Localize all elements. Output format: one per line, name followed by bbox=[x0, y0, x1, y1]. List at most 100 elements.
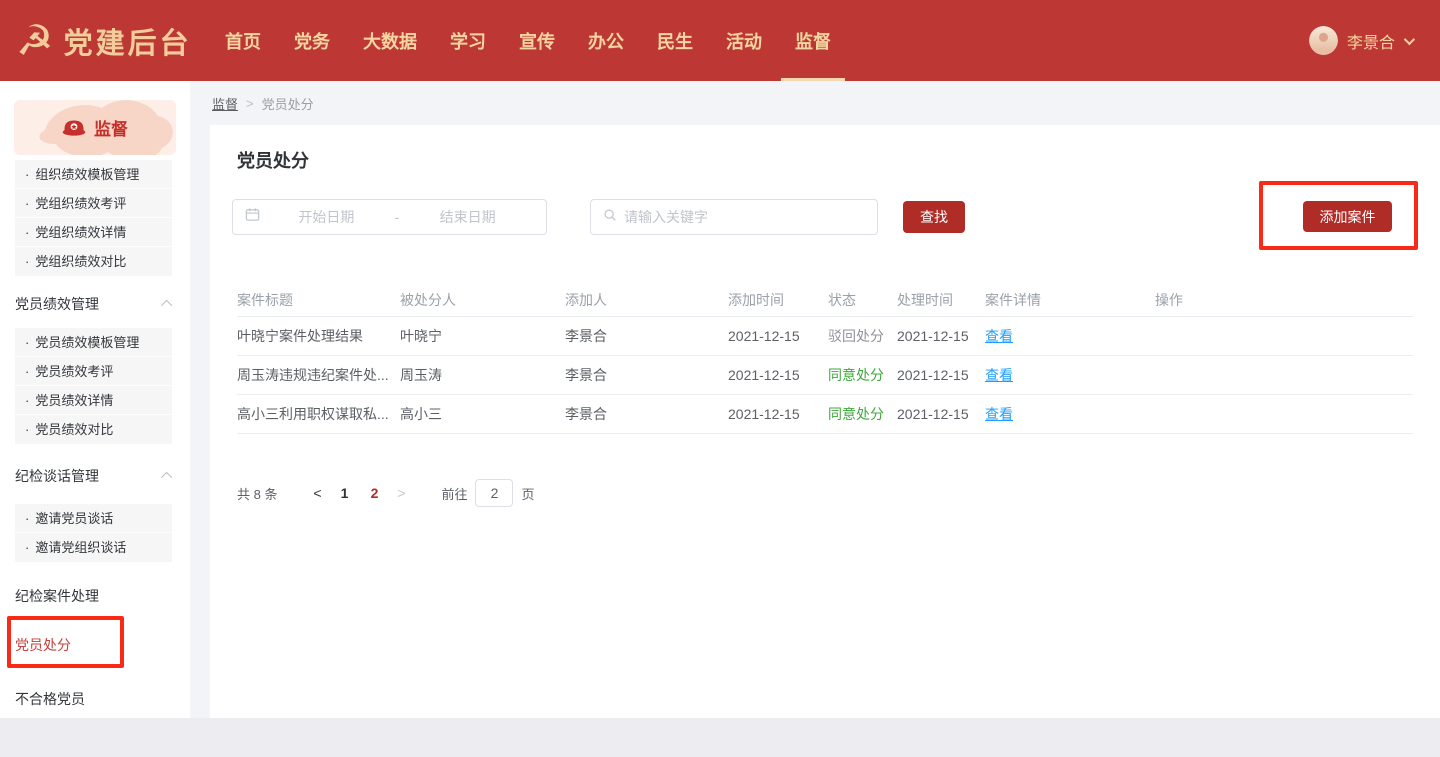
sidebar-item-org-detail[interactable]: 党组织绩效详情 bbox=[15, 218, 172, 247]
cell-added-time: 2021-12-15 bbox=[728, 367, 828, 383]
add-case-button[interactable]: 添加案件 bbox=[1303, 201, 1392, 232]
sidebar-group-discipline-talk: 邀请党员谈话 邀请党组织谈话 bbox=[15, 504, 172, 562]
sidebar-section-member-performance[interactable]: 党员绩效管理 bbox=[15, 286, 172, 322]
cell-punished-person: 高小三 bbox=[400, 404, 565, 424]
app-title: 党建后台 bbox=[64, 20, 192, 62]
date-start-placeholder[interactable]: 开始日期 bbox=[260, 207, 393, 227]
sidebar-header-supervision: 监督 bbox=[14, 100, 176, 155]
cell-punished-person: 周玉涛 bbox=[400, 365, 565, 385]
pagination-goto-label: 前往 bbox=[441, 484, 467, 503]
sidebar-item-org-template[interactable]: 组织绩效模板管理 bbox=[15, 160, 172, 189]
cell-case-title: 叶晓宁案件处理结果 bbox=[237, 326, 400, 346]
app-logo[interactable]: ☭ 党建后台 bbox=[16, 0, 192, 81]
footer-strip bbox=[0, 718, 1440, 757]
pagination-prev-icon[interactable]: < bbox=[305, 485, 329, 501]
date-separator: - bbox=[393, 209, 402, 225]
sidebar-item-member-punishment[interactable]: 党员处分 bbox=[15, 627, 190, 663]
table-row: 周玉涛违规违纪案件处... 周玉涛 李景合 2021-12-15 同意处分 20… bbox=[237, 356, 1413, 395]
view-link[interactable]: 查看 bbox=[985, 367, 1013, 383]
nav-item-publicity[interactable]: 宣传 bbox=[519, 0, 555, 81]
cases-table: 案件标题 被处分人 添加人 添加时间 状态 处理时间 案件详情 操作 叶晓宁案件… bbox=[237, 283, 1413, 434]
sidebar-header-label: 监督 bbox=[94, 115, 128, 140]
red-cap-icon bbox=[62, 118, 86, 137]
sidebar-item-unqualified-member[interactable]: 不合格党员 bbox=[15, 681, 190, 717]
sidebar-item-label: 党员处分 bbox=[15, 635, 71, 655]
sidebar-section-label: 纪检谈话管理 bbox=[15, 466, 99, 486]
col-added-time: 添加时间 bbox=[728, 290, 828, 310]
sidebar-group-org-performance: 组织绩效模板管理 党组织绩效考评 党组织绩效详情 党组织绩效对比 bbox=[15, 160, 172, 276]
sidebar-item-org-compare[interactable]: 党组织绩效对比 bbox=[15, 247, 172, 276]
cell-added-time: 2021-12-15 bbox=[728, 406, 828, 422]
chevron-up-icon bbox=[161, 300, 172, 311]
sidebar-item-member-template[interactable]: 党员绩效模板管理 bbox=[15, 328, 172, 357]
sidebar-group-member-performance: 党员绩效模板管理 党员绩效考评 党员绩效详情 党员绩效对比 bbox=[15, 328, 172, 444]
calendar-icon bbox=[245, 207, 260, 227]
col-adder: 添加人 bbox=[565, 290, 728, 310]
col-punished-person: 被处分人 bbox=[400, 290, 565, 310]
chevron-up-icon bbox=[161, 472, 172, 483]
pagination-total: 共 8 条 bbox=[237, 484, 277, 503]
sidebar-section-discipline-talk[interactable]: 纪检谈话管理 bbox=[15, 458, 172, 494]
pagination-page-2[interactable]: 2 bbox=[359, 485, 389, 501]
pagination-goto-suffix: 页 bbox=[521, 484, 534, 503]
nav-item-home[interactable]: 首页 bbox=[225, 0, 261, 81]
status-badge: 同意处分 bbox=[828, 365, 897, 385]
sidebar-item-invite-member-talk[interactable]: 邀请党员谈话 bbox=[15, 504, 172, 533]
user-name: 李景合 bbox=[1347, 29, 1395, 53]
table-row: 叶晓宁案件处理结果 叶晓宁 李景合 2021-12-15 驳回处分 2021-1… bbox=[237, 317, 1413, 356]
find-button[interactable]: 查找 bbox=[903, 201, 965, 233]
pagination-goto-input[interactable] bbox=[475, 479, 513, 507]
date-end-placeholder[interactable]: 结束日期 bbox=[401, 207, 534, 227]
pagination-next-icon[interactable]: > bbox=[389, 485, 413, 501]
filter-row: 开始日期 - 结束日期 查找 添加案件 bbox=[210, 199, 1440, 235]
nav-item-party-affairs[interactable]: 党务 bbox=[294, 0, 330, 81]
page-title: 党员处分 bbox=[237, 147, 309, 173]
nav-item-big-data[interactable]: 大数据 bbox=[363, 0, 417, 81]
nav-item-activities[interactable]: 活动 bbox=[726, 0, 762, 81]
status-badge: 驳回处分 bbox=[828, 326, 897, 346]
sidebar-section-label: 党员绩效管理 bbox=[15, 294, 99, 314]
breadcrumb-separator: > bbox=[246, 96, 254, 111]
sidebar-item-member-review[interactable]: 党员绩效考评 bbox=[15, 357, 172, 386]
party-emblem-icon: ☭ bbox=[16, 20, 54, 62]
sidebar-item-org-review[interactable]: 党组织绩效考评 bbox=[15, 189, 172, 218]
nav-item-study[interactable]: 学习 bbox=[450, 0, 486, 81]
view-link[interactable]: 查看 bbox=[985, 406, 1013, 422]
search-icon bbox=[603, 208, 617, 227]
view-link[interactable]: 查看 bbox=[985, 328, 1013, 344]
search-input[interactable] bbox=[624, 209, 865, 225]
date-range-picker[interactable]: 开始日期 - 结束日期 bbox=[232, 199, 547, 235]
cell-adder: 李景合 bbox=[565, 365, 728, 385]
status-badge: 同意处分 bbox=[828, 404, 897, 424]
nav-item-office[interactable]: 办公 bbox=[588, 0, 624, 81]
sidebar-item-label: 不合格党员 bbox=[15, 689, 85, 709]
cell-punished-person: 叶晓宁 bbox=[400, 326, 565, 346]
cell-handle-time: 2021-12-15 bbox=[897, 367, 985, 383]
cell-case-title: 周玉涛违规违纪案件处... bbox=[237, 365, 400, 385]
col-status: 状态 bbox=[828, 290, 897, 310]
user-menu[interactable]: 李景合 bbox=[1309, 0, 1412, 81]
cell-added-time: 2021-12-15 bbox=[728, 328, 828, 344]
chevron-down-icon bbox=[1404, 33, 1415, 44]
nav-item-supervision[interactable]: 监督 bbox=[795, 0, 831, 81]
cell-handle-time: 2021-12-15 bbox=[897, 406, 985, 422]
cell-handle-time: 2021-12-15 bbox=[897, 328, 985, 344]
main-nav: 首页 党务 大数据 学习 宣传 办公 民生 活动 监督 bbox=[225, 0, 831, 81]
avatar bbox=[1309, 26, 1338, 55]
sidebar-item-member-detail[interactable]: 党员绩效详情 bbox=[15, 386, 172, 415]
sidebar-item-discipline-case[interactable]: 纪检案件处理 bbox=[15, 578, 190, 614]
col-handle-time: 处理时间 bbox=[897, 290, 985, 310]
pagination-page-1[interactable]: 1 bbox=[329, 485, 359, 501]
sidebar-item-label: 纪检案件处理 bbox=[15, 586, 99, 606]
keyword-search bbox=[590, 199, 878, 235]
sidebar-item-member-compare[interactable]: 党员绩效对比 bbox=[15, 415, 172, 444]
breadcrumb-supervision[interactable]: 监督 bbox=[212, 94, 238, 113]
nav-item-livelihood[interactable]: 民生 bbox=[657, 0, 693, 81]
cell-adder: 李景合 bbox=[565, 404, 728, 424]
breadcrumb-member-punishment: 党员处分 bbox=[262, 94, 314, 113]
table-header-row: 案件标题 被处分人 添加人 添加时间 状态 处理时间 案件详情 操作 bbox=[237, 283, 1413, 317]
cell-case-title: 高小三利用职权谋取私... bbox=[237, 404, 400, 424]
page-root: ☭ 党建后台 首页 党务 大数据 学习 宣传 办公 民生 活动 监督 bbox=[0, 0, 1440, 757]
sidebar-item-invite-org-talk[interactable]: 邀请党组织谈话 bbox=[15, 533, 172, 562]
table-row: 高小三利用职权谋取私... 高小三 李景合 2021-12-15 同意处分 20… bbox=[237, 395, 1413, 434]
